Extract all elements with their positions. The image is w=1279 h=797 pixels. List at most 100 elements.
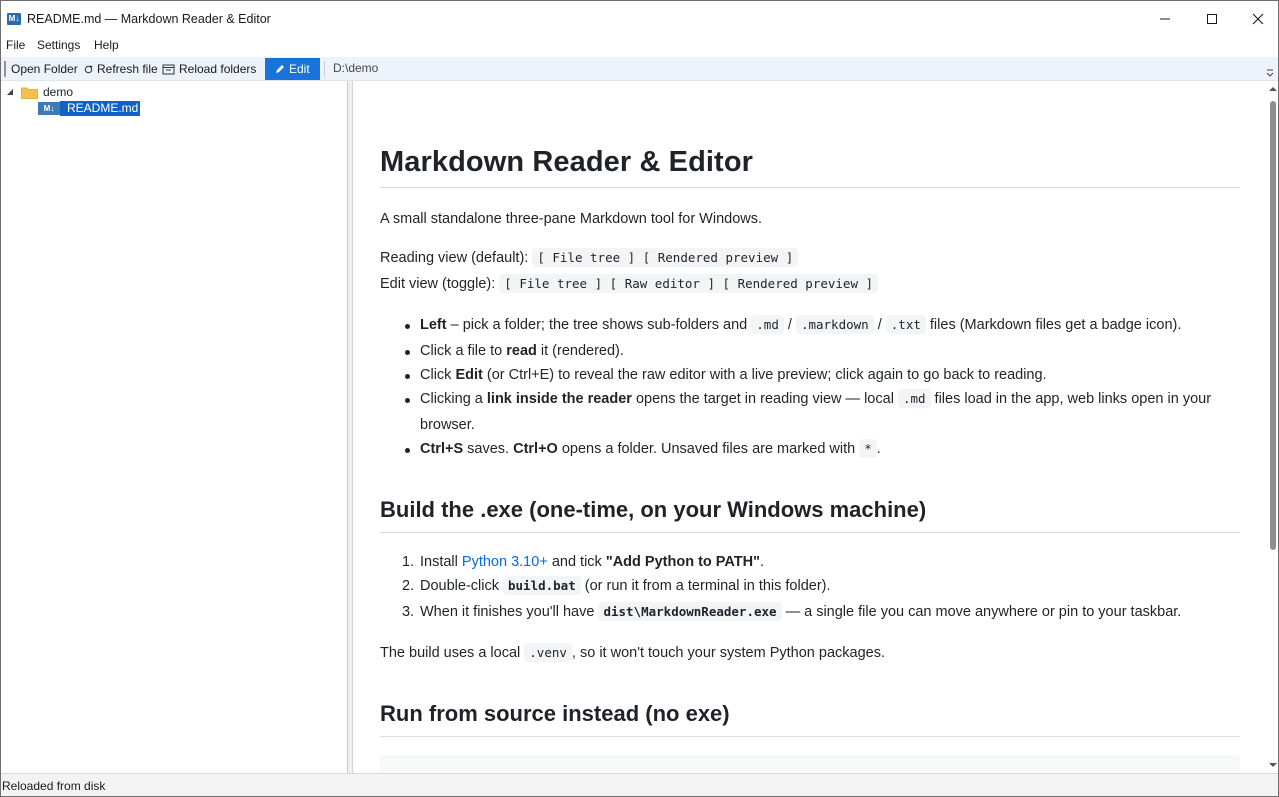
reading-view-code: [ File tree ] [ Rendered preview ] xyxy=(532,248,799,267)
bullet-text: – pick a folder; the tree shows sub-fold… xyxy=(446,317,752,333)
open-folder-button[interactable]: Open Folder xyxy=(11,57,78,81)
bullet-bold: read xyxy=(506,343,537,359)
pane-splitter[interactable] xyxy=(348,81,353,773)
edit-label: Edit xyxy=(289,62,310,76)
pencil-icon xyxy=(276,65,284,73)
doc-edit-view: Edit view (toggle): [ File tree ] [ Raw … xyxy=(380,274,879,296)
bullet-text: / xyxy=(873,317,886,333)
bullet-text: (or Ctrl+E) to reveal the raw editor wit… xyxy=(482,367,1047,383)
inline-code: .markdown xyxy=(795,315,874,334)
open-folder-label: Open Folder xyxy=(11,62,78,76)
bullet-text: Clicking a xyxy=(420,391,487,407)
scrollbar-thumb[interactable] xyxy=(1270,101,1276,550)
refresh-file-button[interactable]: Refresh file xyxy=(84,57,158,81)
toolbar-separator xyxy=(324,61,325,77)
menu-bar: File Settings Help xyxy=(1,37,1278,57)
python-link[interactable]: Python 3.10+ xyxy=(462,554,548,570)
refresh-file-label: Refresh file xyxy=(97,62,158,76)
app-window: M↓ README.md — Markdown Reader & Editor … xyxy=(0,0,1279,797)
maximize-icon xyxy=(1207,14,1217,24)
bullet-bold: Ctrl+O xyxy=(513,441,558,457)
step-bold: "Add Python to PATH" xyxy=(605,554,760,570)
edit-toggle-button[interactable]: Edit xyxy=(265,58,320,80)
rendered-preview: Markdown Reader & Editor A small standal… xyxy=(354,81,1267,773)
inline-code: .md xyxy=(897,389,931,408)
bullet-text: files load in the app, web links open in… xyxy=(930,391,1212,407)
menu-help[interactable]: Help xyxy=(92,38,121,52)
doc-reading-view: Reading view (default): [ File tree ] [ … xyxy=(380,248,799,270)
doc-intro: A small standalone three-pane Markdown t… xyxy=(380,211,763,227)
title-bar[interactable]: M↓ README.md — Markdown Reader & Editor xyxy=(1,1,1278,37)
doc-title: Markdown Reader & Editor xyxy=(380,141,1240,188)
tree-item-folder[interactable]: demo xyxy=(6,84,73,100)
bullet-text: files (Markdown files get a badge icon). xyxy=(925,317,1182,333)
window-title: README.md — Markdown Reader & Editor xyxy=(27,12,271,26)
scroll-up-icon[interactable] xyxy=(1269,86,1277,92)
close-icon xyxy=(1252,13,1264,25)
step-number: 1. xyxy=(402,554,415,570)
reload-folders-button[interactable]: Reload folders xyxy=(162,57,256,81)
toolbar: Open Folder Refresh file Reload folders … xyxy=(1,57,1278,81)
step-text: When it finishes you'll have xyxy=(420,604,599,620)
status-bar: Reloaded from disk xyxy=(1,773,1278,796)
inline-code: * xyxy=(859,439,877,458)
bullet-item-edit: Click Edit (or Ctrl+E) to reveal the raw… xyxy=(405,365,1047,387)
code-block xyxy=(380,755,1240,773)
paragraph-text: The build uses a local xyxy=(380,645,525,661)
paragraph-text: , so it won't touch your system Python p… xyxy=(571,645,885,661)
bullet-text: / xyxy=(783,317,796,333)
inline-code: .md xyxy=(751,315,784,334)
step-finished: 3. When it finishes you'll have dist\Mar… xyxy=(402,602,1182,624)
bullet-item-links: Clicking a link inside the reader opens … xyxy=(405,389,1212,411)
step-text: Double-click xyxy=(420,578,503,594)
inline-code: build.bat xyxy=(503,576,581,595)
step-text: — a single file you can move anywhere or… xyxy=(781,604,1182,620)
close-button[interactable] xyxy=(1235,1,1278,37)
doc-venv-note: The build uses a local .venv, so it won'… xyxy=(380,643,885,665)
step-text: Install xyxy=(420,554,462,570)
bullet-bold: Edit xyxy=(455,367,483,383)
refresh-icon xyxy=(84,64,93,73)
bullet-item-read: Click a file to read it (rendered). xyxy=(405,341,624,363)
bullet-item-links-cont: browser. xyxy=(420,417,475,433)
folder-icon xyxy=(21,86,38,99)
step-install: 1. Install Python 3.10+ and tick "Add Py… xyxy=(402,552,765,574)
scroll-down-icon[interactable] xyxy=(1269,762,1277,768)
bullet-text: it (rendered). xyxy=(536,343,624,359)
menu-settings[interactable]: Settings xyxy=(35,38,82,52)
bullet-text: . xyxy=(876,441,881,457)
bullet-item-left: Left – pick a folder; the tree shows sub… xyxy=(405,315,1182,337)
bullet-text: Click xyxy=(420,367,456,383)
preview-scrollbar[interactable] xyxy=(1267,81,1278,773)
toolbar-grip[interactable] xyxy=(4,61,6,77)
status-message: Reloaded from disk xyxy=(2,779,106,793)
bullet-text: saves. xyxy=(463,441,514,457)
maximize-button[interactable] xyxy=(1189,1,1235,37)
minimize-button[interactable] xyxy=(1142,1,1188,37)
bullet-bold: Ctrl+S xyxy=(420,441,464,457)
step-text: and tick xyxy=(547,554,606,570)
reload-folders-label: Reload folders xyxy=(179,62,257,76)
markdown-app-icon: M↓ xyxy=(7,13,21,25)
heading-build: Build the .exe (one-time, on your Window… xyxy=(380,493,1240,533)
file-tree[interactable]: demo M↓ README.md xyxy=(1,81,348,773)
step-number: 2. xyxy=(402,578,415,594)
bullet-item-shortcuts: Ctrl+S saves. Ctrl+O opens a folder. Uns… xyxy=(405,439,881,461)
current-folder-path: D:\demo xyxy=(333,61,379,75)
toolbar-overflow-icon[interactable] xyxy=(1266,69,1274,77)
bullet-text: opens a folder. Unsaved files are marked… xyxy=(557,441,860,457)
step-text: (or run it from a terminal in this folde… xyxy=(580,578,831,594)
tree-item-file[interactable]: M↓ README.md xyxy=(38,100,141,116)
expand-arrow-icon[interactable] xyxy=(6,88,14,96)
heading-run-source: Run from source instead (no exe) xyxy=(380,697,1240,737)
step-text: . xyxy=(760,554,765,570)
edit-view-code: [ File tree ] [ Raw editor ] [ Rendered … xyxy=(499,274,879,293)
markdown-file-icon: M↓ xyxy=(38,101,60,115)
menu-file[interactable]: File xyxy=(4,38,27,52)
step-build-bat: 2. Double-click build.bat (or run it fro… xyxy=(402,576,831,598)
inline-code: .txt xyxy=(885,315,926,334)
bullet-text: Click a file to xyxy=(420,343,507,359)
inline-code: dist\MarkdownReader.exe xyxy=(598,602,782,621)
bullet-text: opens the target in reading view — local xyxy=(631,391,898,407)
bullet-bold: Left xyxy=(420,317,447,333)
